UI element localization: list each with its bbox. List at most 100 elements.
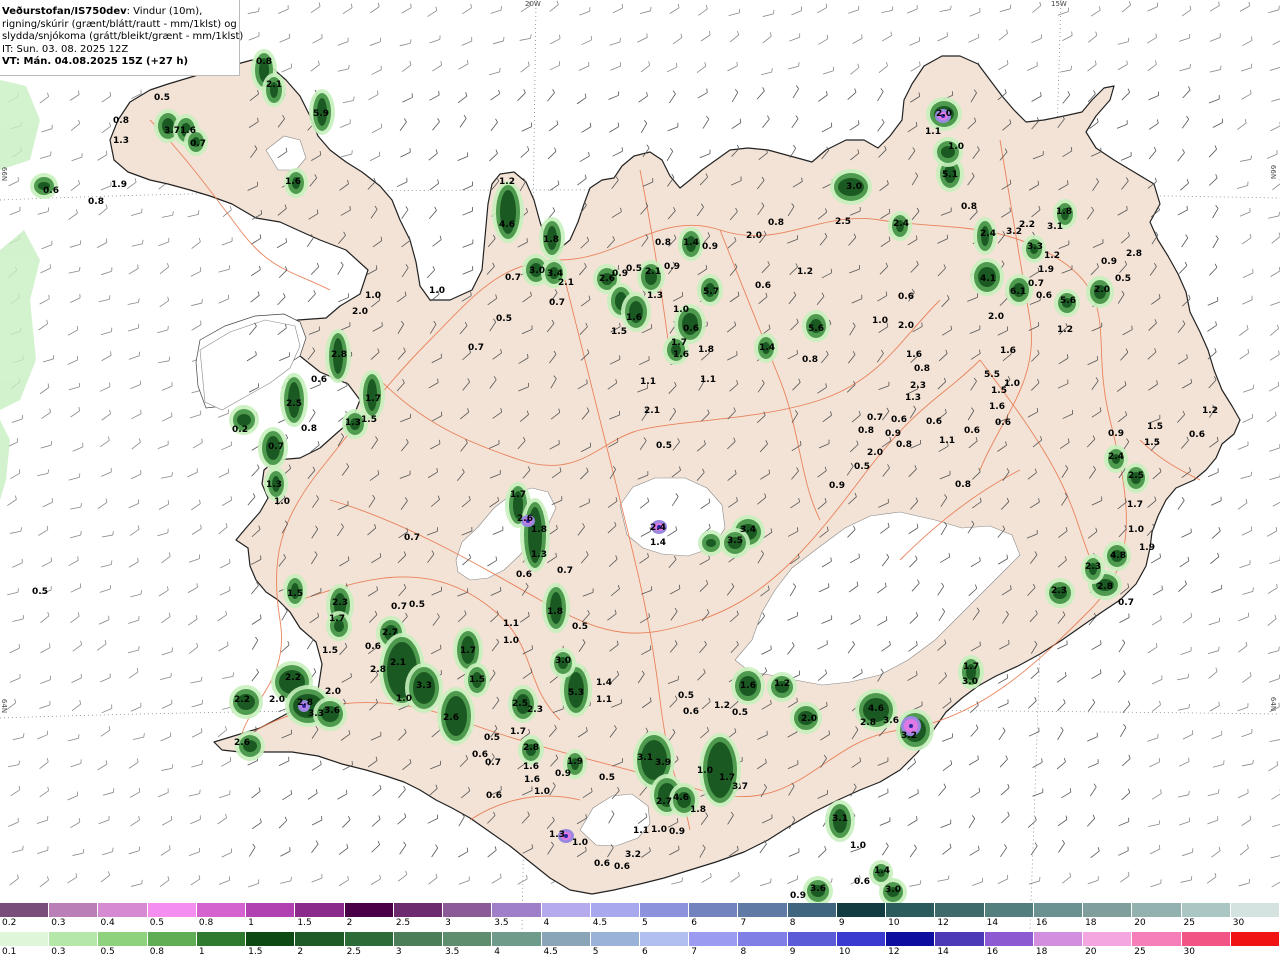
- wind-barb: [1211, 584, 1223, 594]
- precip-value: 0.9: [885, 429, 901, 439]
- precip-value: 0.7: [404, 533, 420, 543]
- wind-barb: [221, 848, 233, 858]
- wind-barb: [667, 122, 679, 132]
- precip-value: 4.6: [499, 220, 515, 230]
- wind-barb: [277, 293, 286, 306]
- wind-barb: [968, 755, 979, 766]
- precip-value: 2.8: [297, 698, 313, 708]
- wind-barb: [1151, 615, 1162, 626]
- legend-tick-label: 20: [1085, 947, 1097, 957]
- wind-barb: [426, 266, 436, 279]
- precip-value: 1.7: [365, 394, 381, 404]
- wind-barb: [1182, 612, 1193, 624]
- wind-barb: [1212, 205, 1219, 219]
- precip-value: 0.5: [496, 314, 512, 324]
- legend-tick-label: 3.5: [445, 947, 460, 957]
- wind-barb: [458, 813, 465, 827]
- wind-barb: [218, 523, 228, 535]
- wind-barb: [1266, 411, 1277, 423]
- wind-barb: [369, 37, 381, 46]
- legend-swatch: [689, 932, 739, 946]
- wind-barb: [1239, 207, 1251, 217]
- wind-barb: [12, 558, 23, 568]
- wind-barb: [612, 3, 623, 14]
- legend-tick-label: 0.8: [198, 918, 214, 928]
- wind-barb: [879, 817, 891, 826]
- wind-barb: [399, 118, 407, 132]
- legend-swatch: [1132, 903, 1182, 917]
- legend-tick-label: 0.5: [149, 918, 165, 928]
- wind-barb: [909, 880, 922, 887]
- precip-value: 1.0: [697, 766, 713, 776]
- precip-value: 1.3: [549, 830, 565, 840]
- wind-barb: [1240, 63, 1253, 72]
- wind-barb: [128, 264, 139, 275]
- wind-barb: [1238, 878, 1251, 887]
- precip-value: 0.6: [43, 186, 59, 196]
- wind-barb: [1181, 5, 1192, 17]
- wind-barb: [429, 91, 440, 101]
- precip-value: 2.1: [558, 278, 574, 288]
- wind-barb: [1031, 34, 1042, 44]
- wind-barb: [7, 495, 17, 507]
- wind-barb: [1272, 179, 1280, 191]
- precip-value: 0.8: [955, 480, 971, 490]
- wind-barb: [432, 61, 442, 72]
- wind-barb: [1152, 585, 1163, 596]
- wind-barb: [191, 320, 202, 331]
- precip-value: 0.6: [964, 426, 980, 436]
- precip-value: 2.6: [443, 713, 459, 723]
- precip-value: 2.0: [867, 448, 883, 458]
- wind-barb: [999, 755, 1008, 768]
- wind-barb: [218, 294, 230, 304]
- wind-barb: [9, 644, 20, 654]
- wind-barb: [190, 676, 203, 684]
- precip-value: 3.0: [885, 885, 901, 895]
- wind-barb: [39, 151, 52, 159]
- wind-barb: [311, 760, 322, 771]
- wind-barb: [581, 122, 592, 133]
- rain-cell: [520, 498, 550, 572]
- wind-barb: [997, 674, 1009, 684]
- wind-barb: [1240, 155, 1252, 162]
- wind-barb: [788, 848, 800, 857]
- precip-value: 0.9: [1101, 257, 1117, 267]
- wind-barb: [157, 788, 169, 798]
- legend-swatch: [344, 903, 394, 917]
- precip-value: 2.5: [286, 399, 302, 409]
- wind-barb: [70, 180, 80, 191]
- wind-barb: [1121, 754, 1131, 767]
- wind-barb: [609, 37, 621, 46]
- wind-barb: [12, 614, 25, 622]
- wind-barb: [1177, 790, 1190, 798]
- wind-barb: [637, 33, 648, 43]
- wind-barb: [997, 699, 1009, 709]
- precip-value: 3.2: [901, 731, 917, 741]
- precip-value: 2.4: [893, 219, 909, 229]
- precip-value: 2.0: [352, 307, 368, 317]
- precip-value: 1.6: [740, 681, 756, 691]
- wind-barb: [940, 819, 952, 829]
- wind-barb: [762, 9, 775, 17]
- wind-barb: [1239, 348, 1250, 360]
- legend-swatch: [886, 903, 936, 917]
- wind-barb: [128, 758, 139, 769]
- forecast-map-view: 0.8 2.1 0.5 0.8 3.7 1.6 1.3 5.9 0.7 0.6 1.9 0.8 1.6 1…: [0, 0, 1280, 960]
- precip-value: 1.0: [503, 636, 519, 646]
- wind-barb: [371, 65, 382, 75]
- wind-barb: [251, 787, 261, 799]
- wind-barb: [696, 62, 707, 74]
- legend-swatch: [443, 903, 493, 917]
- wind-barb: [1150, 553, 1161, 564]
- precip-value: 3.4: [740, 525, 756, 535]
- wind-barb: [39, 876, 49, 888]
- wind-barb: [217, 610, 228, 622]
- wind-barb: [968, 33, 979, 43]
- wind-barb: [1032, 758, 1043, 769]
- wind-barb: [1238, 612, 1249, 622]
- legend-swatch: [0, 903, 50, 917]
- precip-value: 2.0: [898, 321, 914, 331]
- wind-barb: [999, 4, 1012, 13]
- wind-barb: [848, 5, 860, 14]
- wind-barb: [1269, 556, 1280, 565]
